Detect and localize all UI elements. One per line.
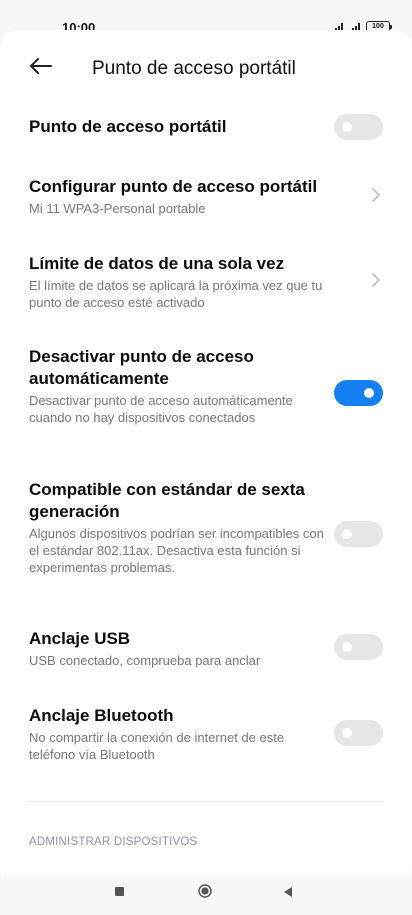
setting-title: Límite de datos de una sola vez: [29, 254, 285, 273]
setting-subtitle: No compartir la conexión de internet de …: [29, 730, 285, 762]
hotspot-toggle[interactable]: [334, 114, 383, 140]
back-triangle-icon[interactable]: [283, 886, 293, 898]
recents-square-icon[interactable]: [115, 887, 124, 896]
chevron-right-icon[interactable]: [371, 187, 381, 203]
section-header-manage-devices: ADMINISTRAR DISPOSITIVOS: [29, 836, 198, 848]
setting-title: Compatible con estándar de sexta generac…: [29, 480, 305, 521]
home-circle-icon[interactable]: [198, 884, 212, 898]
setting-subtitle: El límite de datos se aplicará la próxim…: [29, 278, 323, 310]
setting-title: Punto de acceso portátil: [29, 117, 227, 136]
setting-usb-tethering[interactable]: Anclaje USB USB conectado, comprueba par…: [29, 628, 329, 669]
setting-subtitle: Algunos dispositivos podrían ser incompa…: [29, 526, 324, 575]
usb-toggle[interactable]: [334, 634, 383, 660]
auto-disable-toggle[interactable]: [334, 380, 383, 406]
setting-title: Desactivar punto de acceso automáticamen…: [29, 347, 254, 388]
toggle-knob: [342, 642, 352, 652]
setting-configure-hotspot[interactable]: Configurar punto de acceso portátil Mi 1…: [29, 176, 329, 217]
setting-auto-disable[interactable]: Desactivar punto de acceso automáticamen…: [29, 346, 325, 426]
toggle-knob: [364, 388, 374, 398]
chevron-right-icon[interactable]: [371, 272, 381, 288]
toggle-knob: [342, 728, 352, 738]
arrow-left-icon[interactable]: [30, 58, 52, 74]
toggle-knob: [342, 122, 352, 132]
navigation-bar: [0, 876, 412, 915]
divider: [29, 801, 383, 802]
setting-subtitle: USB conectado, comprueba para anclar: [29, 653, 261, 668]
wifi6-toggle[interactable]: [334, 521, 383, 547]
setting-subtitle: Desactivar punto de acceso automáticamen…: [29, 393, 293, 425]
toggle-knob: [342, 529, 352, 539]
setting-title: Configurar punto de acceso portátil: [29, 177, 318, 196]
setting-subtitle: Mi 11 WPA3-Personal portable: [29, 201, 206, 216]
setting-title: Anclaje USB: [29, 629, 131, 648]
page-title: Punto de acceso portátil: [92, 58, 296, 79]
bluetooth-toggle[interactable]: [334, 720, 383, 746]
setting-wifi6-compat[interactable]: Compatible con estándar de sexta generac…: [29, 479, 325, 576]
setting-data-limit[interactable]: Límite de datos de una sola vez El límit…: [29, 253, 329, 311]
header: Punto de acceso portátil: [0, 30, 412, 86]
setting-title: Anclaje Bluetooth: [29, 706, 174, 725]
setting-hotspot[interactable]: Punto de acceso portátil: [29, 116, 329, 138]
setting-bluetooth-tethering[interactable]: Anclaje Bluetooth No compartir la conexi…: [29, 705, 329, 763]
